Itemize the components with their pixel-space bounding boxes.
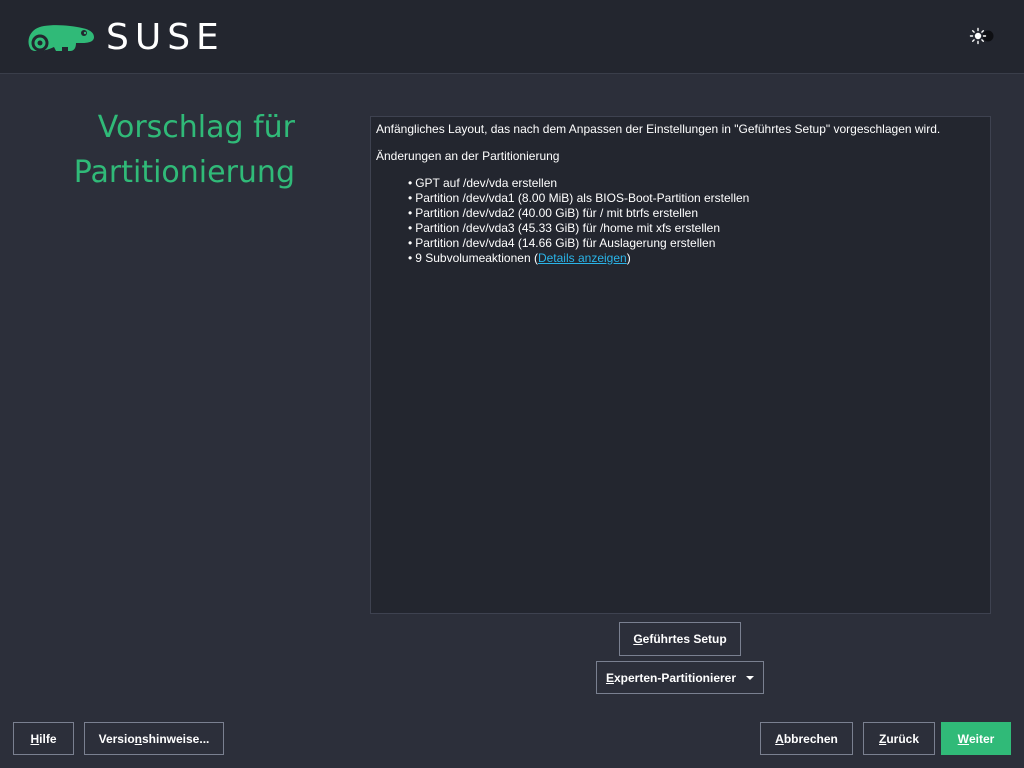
chameleon-icon bbox=[28, 25, 95, 52]
list-item: Partition /dev/vda3 (45.33 GiB) für /hom… bbox=[408, 221, 749, 236]
list-item: GPT auf /dev/vda erstellen bbox=[408, 176, 749, 191]
help-mnemonic: H bbox=[30, 731, 40, 746]
back-label: urück bbox=[886, 731, 920, 746]
details-link[interactable]: Details anzeigen bbox=[538, 251, 627, 265]
next-label: eiter bbox=[968, 731, 995, 746]
page-title: Vorschlag für Partitionierung bbox=[20, 105, 295, 195]
changes-list: GPT auf /dev/vda erstellen Partition /de… bbox=[408, 176, 749, 266]
summary-intro: Anfängliches Layout, das nach dem Anpass… bbox=[376, 122, 941, 136]
theme-toggle-button[interactable] bbox=[968, 27, 996, 45]
proposal-summary-panel: Anfängliches Layout, das nach dem Anpass… bbox=[370, 116, 991, 614]
list-item: Partition /dev/vda1 (8.00 MiB) als BIOS-… bbox=[408, 191, 749, 206]
release-notes-button[interactable]: Versio n shinweise... bbox=[84, 722, 224, 755]
guided-setup-label: eführtes Setup bbox=[642, 632, 727, 646]
list-item: Partition /dev/vda4 (14.66 GiB) für Ausl… bbox=[408, 236, 749, 251]
abort-mnemonic: A bbox=[775, 731, 784, 746]
subvolume-text: 9 Subvolumeaktionen ( bbox=[415, 251, 538, 265]
back-mnemonic: Z bbox=[878, 731, 887, 746]
sun-icon bbox=[969, 27, 994, 45]
help-button[interactable]: Hilfe bbox=[13, 722, 74, 755]
chevron-down-icon bbox=[746, 675, 755, 680]
expert-partitioner-label: xperten-Partitionierer bbox=[613, 670, 737, 685]
expert-partitioner-button[interactable]: Experten-Partitionierer bbox=[596, 661, 764, 694]
abort-button[interactable]: Abbrechen bbox=[760, 722, 853, 755]
guided-setup-button[interactable]: Geführtes Setup bbox=[619, 622, 741, 656]
list-item-subvolumes: 9 Subvolumeaktionen (Details anzeigen) bbox=[408, 251, 749, 266]
expert-partitioner-mnemonic: E bbox=[605, 670, 614, 685]
subvolume-text-end: ) bbox=[626, 251, 631, 265]
suse-logo: SUSE bbox=[24, 18, 225, 58]
abort-label: bbrechen bbox=[783, 731, 838, 746]
release-notes-label-end: shinweise... bbox=[142, 731, 210, 746]
help-label: ilfe bbox=[39, 731, 57, 746]
page-title-line-1: Vorschlag für bbox=[97, 110, 295, 145]
release-notes-label-start: Versio bbox=[98, 731, 135, 746]
list-item: Partition /dev/vda2 (40.00 GiB) für / mi… bbox=[408, 206, 749, 221]
next-mnemonic: W bbox=[957, 731, 969, 746]
summary-heading: Änderungen an der Partitionierung bbox=[376, 149, 560, 163]
next-button[interactable]: Weiter bbox=[941, 722, 1011, 755]
logo-text: SUSE bbox=[106, 17, 225, 58]
guided-setup-mnemonic: G bbox=[633, 632, 643, 646]
back-button[interactable]: Zurück bbox=[863, 722, 935, 755]
release-notes-mnemonic: n bbox=[134, 731, 142, 746]
header-bar: SUSE bbox=[0, 0, 1024, 74]
page-title-line-2: Partitionierung bbox=[73, 155, 295, 190]
